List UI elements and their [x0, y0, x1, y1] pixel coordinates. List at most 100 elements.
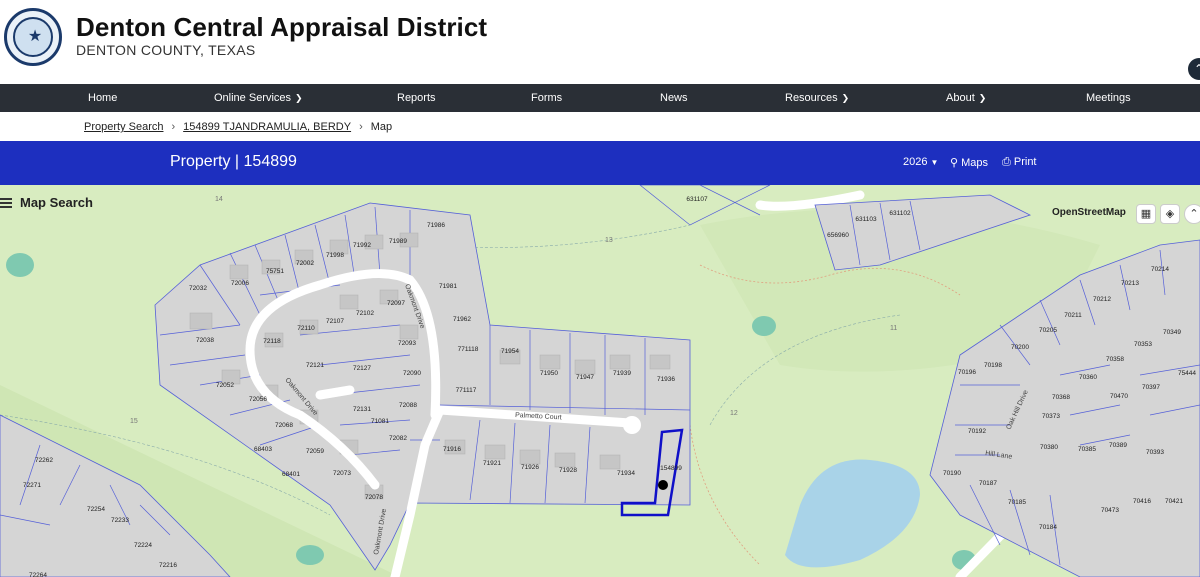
seal-inner: ★ — [13, 17, 53, 57]
svg-text:70421: 70421 — [1165, 498, 1183, 505]
svg-text:72006: 72006 — [231, 280, 249, 287]
svg-text:70389: 70389 — [1109, 442, 1127, 449]
svg-text:72118: 72118 — [263, 338, 281, 345]
property-bar: Property | 154899 2026 ▼ ⚲ Maps ⎙ Print — [0, 141, 1200, 185]
svg-text:71998: 71998 — [326, 252, 344, 259]
nav-home[interactable]: Home — [88, 84, 117, 112]
map-search-toggle[interactable]: Map Search — [0, 195, 93, 215]
nav-meetings[interactable]: Meetings — [1086, 84, 1131, 112]
chevron-right-icon: ❯ — [841, 93, 850, 103]
maps-button[interactable]: ⚲ Maps — [950, 156, 988, 169]
svg-text:71950: 71950 — [540, 370, 558, 377]
nav-resources[interactable]: Resources ❯ — [785, 84, 849, 112]
svg-text:70196: 70196 — [958, 369, 976, 376]
svg-text:70214: 70214 — [1151, 266, 1169, 273]
svg-text:70198: 70198 — [984, 362, 1002, 369]
svg-text:71962: 71962 — [453, 316, 471, 323]
svg-text:71936: 71936 — [657, 376, 675, 383]
svg-text:70358: 70358 — [1106, 356, 1124, 363]
svg-text:72097: 72097 — [387, 300, 405, 307]
svg-text:71928: 71928 — [559, 467, 577, 474]
svg-text:70416: 70416 — [1133, 498, 1151, 505]
green — [296, 545, 324, 565]
svg-text:70192: 70192 — [968, 428, 986, 435]
svg-text:631102: 631102 — [889, 210, 911, 217]
svg-text:631107: 631107 — [686, 196, 708, 203]
svg-text:72121: 72121 — [306, 362, 324, 369]
chevron-right-icon: › — [359, 121, 363, 133]
chevron-right-icon: › — [171, 121, 176, 133]
nav-online-services[interactable]: Online Services ❯ — [214, 84, 303, 112]
svg-text:70211: 70211 — [1064, 312, 1082, 319]
svg-text:72131: 72131 — [353, 406, 371, 413]
svg-text:72224: 72224 — [134, 542, 152, 549]
svg-text:71934: 71934 — [617, 470, 635, 477]
svg-text:72264: 72264 — [29, 572, 47, 577]
svg-text:656960: 656960 — [827, 232, 849, 239]
svg-text:72110: 72110 — [297, 325, 315, 332]
svg-text:14: 14 — [215, 196, 223, 203]
chevron-up-icon[interactable]: ⌃ — [1184, 204, 1200, 224]
svg-text:71954: 71954 — [501, 348, 519, 355]
svg-text:68401: 68401 — [282, 471, 300, 478]
svg-text:72088: 72088 — [399, 402, 417, 409]
breadcrumb-property-search[interactable]: Property Search — [84, 121, 163, 133]
svg-text:70373: 70373 — [1042, 413, 1060, 420]
svg-text:70185: 70185 — [1008, 499, 1026, 506]
svg-text:72090: 72090 — [403, 370, 421, 377]
nav-news[interactable]: News — [660, 84, 688, 112]
print-button[interactable]: ⎙ Print — [1002, 156, 1037, 169]
svg-text:72102: 72102 — [356, 310, 374, 317]
svg-text:71986: 71986 — [427, 222, 445, 229]
basemap-label[interactable]: OpenStreetMap — [1052, 207, 1126, 218]
cul-de-sac — [623, 416, 641, 434]
nav-reports[interactable]: Reports — [397, 84, 436, 112]
svg-text:771117: 771117 — [456, 387, 477, 394]
svg-text:70360: 70360 — [1079, 374, 1097, 381]
grid-icon[interactable]: ▦ — [1136, 204, 1156, 224]
svg-text:75444: 75444 — [1178, 370, 1196, 377]
svg-text:631103: 631103 — [855, 216, 877, 223]
svg-text:72254: 72254 — [87, 506, 105, 513]
chevron-up-icon[interactable]: ⌃ — [1188, 58, 1200, 80]
svg-text:72082: 72082 — [389, 435, 407, 442]
year-select[interactable]: 2026 ▼ — [903, 156, 938, 168]
seal-logo[interactable]: ★ — [4, 8, 62, 66]
chevron-right-icon: ❯ — [295, 93, 303, 103]
svg-text:71992: 71992 — [353, 242, 371, 249]
property-title: Property | 154899 — [170, 153, 297, 170]
map-pin-icon: ⚲ — [950, 157, 959, 169]
layers-icon[interactable]: ◈ — [1160, 204, 1180, 224]
svg-text:70368: 70368 — [1052, 394, 1070, 401]
svg-text:70393: 70393 — [1146, 449, 1164, 456]
svg-text:75751: 75751 — [266, 268, 284, 275]
svg-text:70397: 70397 — [1142, 384, 1160, 391]
svg-text:71947: 71947 — [576, 374, 594, 381]
svg-text:72073: 72073 — [333, 470, 351, 477]
svg-text:12: 12 — [730, 410, 738, 417]
nav-about[interactable]: About ❯ — [946, 84, 986, 112]
map-canvas[interactable]: Oakmont Drive Oakmont Drive Palmetto Cou… — [0, 185, 1200, 577]
hamburger-icon — [0, 198, 12, 208]
main-nav: Home Online Services ❯ Reports Forms News… — [0, 84, 1200, 112]
svg-text:72078: 72078 — [365, 494, 383, 501]
breadcrumb-property[interactable]: 154899 TJANDRAMULIA, BERDY — [183, 121, 351, 133]
selected-parcel-marker[interactable] — [658, 480, 668, 490]
svg-text:11: 11 — [890, 325, 897, 332]
svg-text:70380: 70380 — [1040, 444, 1058, 451]
svg-text:72068: 72068 — [275, 422, 293, 429]
printer-icon: ⎙ — [1002, 156, 1011, 168]
svg-text:72127: 72127 — [353, 365, 371, 372]
svg-text:70385: 70385 — [1078, 446, 1096, 453]
svg-text:70190: 70190 — [943, 470, 961, 477]
parcel-map[interactable]: Oakmont Drive Oakmont Drive Palmetto Cou… — [0, 185, 1200, 577]
site-title[interactable]: Denton Central Appraisal District — [76, 12, 487, 43]
svg-text:72059: 72059 — [306, 448, 324, 455]
svg-text:70212: 70212 — [1093, 296, 1111, 303]
svg-text:72093: 72093 — [398, 340, 416, 347]
svg-text:71081: 71081 — [371, 418, 389, 425]
svg-text:70213: 70213 — [1121, 280, 1139, 287]
svg-text:70470: 70470 — [1110, 393, 1128, 400]
nav-forms[interactable]: Forms — [531, 84, 562, 112]
svg-text:70200: 70200 — [1011, 344, 1029, 351]
